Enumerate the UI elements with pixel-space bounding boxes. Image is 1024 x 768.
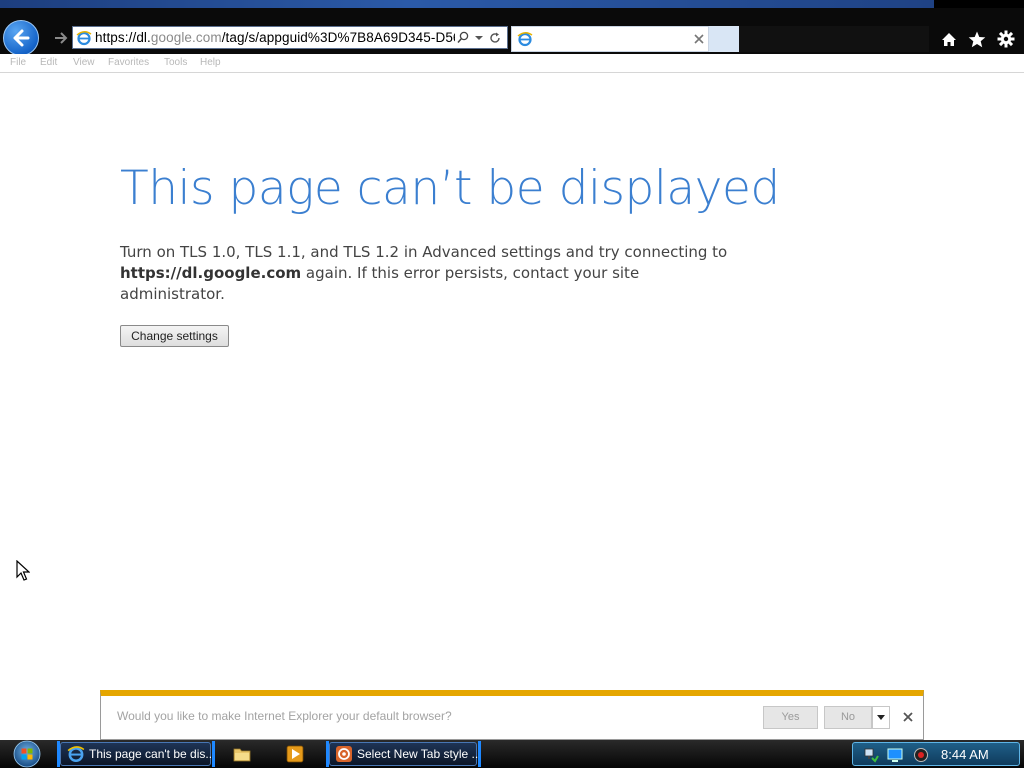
gear-icon[interactable] — [994, 28, 1018, 50]
media-player-icon[interactable] — [285, 744, 305, 764]
browser-tab-active[interactable] — [511, 26, 709, 52]
taskbar: This page can't be dis... Select New Tab… — [0, 740, 1024, 768]
no-options-dropdown[interactable] — [872, 706, 890, 729]
windows-start-icon — [13, 740, 41, 768]
page-content: This page can’t be displayed Turn on TLS… — [0, 73, 1024, 740]
forward-arrow-icon — [55, 32, 68, 44]
page-title: This page can’t be displayed — [120, 161, 780, 216]
back-arrow-icon — [13, 29, 30, 47]
error-host: https://dl.google.com — [120, 264, 302, 282]
address-bar[interactable]: https://dl.google.com/tag/s/appguid%3D%7… — [72, 26, 508, 49]
clock[interactable]: 8:44 AM — [941, 747, 989, 762]
ie-icon — [73, 27, 95, 48]
new-tab-button[interactable] — [709, 26, 739, 52]
taskbar-item-ie[interactable]: This page can't be dis... — [57, 741, 215, 767]
menu-file[interactable]: File — [10, 57, 26, 68]
menu-view[interactable]: View — [73, 57, 95, 68]
display-icon[interactable] — [887, 747, 903, 763]
speaker-icon[interactable] — [913, 747, 929, 763]
error-message-line1: Turn on TLS 1.0, TLS 1.1, and TLS 1.2 in… — [120, 243, 728, 261]
mouse-cursor-icon — [16, 560, 30, 581]
menu-favorites[interactable]: Favorites — [108, 57, 149, 68]
network-icon[interactable] — [863, 747, 879, 763]
error-message: Turn on TLS 1.0, TLS 1.1, and TLS 1.2 in… — [120, 242, 740, 305]
default-browser-notification: Would you like to make Internet Explorer… — [100, 690, 924, 740]
menu-bar: File Edit View Favorites Tools Help — [0, 54, 1024, 73]
notification-text: Would you like to make Internet Explorer… — [117, 709, 452, 723]
close-icon[interactable] — [901, 710, 915, 724]
menu-help[interactable]: Help — [200, 57, 221, 68]
search-icon[interactable] — [455, 27, 471, 48]
menu-edit[interactable]: Edit — [40, 57, 57, 68]
menu-tools[interactable]: Tools — [164, 57, 187, 68]
taskbar-item-select-new-tab-style[interactable]: Select New Tab style ... — [326, 741, 482, 767]
window-title-strip — [0, 0, 1024, 8]
taskbar-item-label: This page can't be dis... — [89, 747, 216, 761]
app-icon — [335, 745, 353, 763]
dropdown-icon[interactable] — [471, 27, 487, 48]
yes-button[interactable]: Yes — [763, 706, 818, 729]
tab-strip — [739, 26, 929, 52]
back-button[interactable] — [3, 20, 39, 56]
favorites-star-icon[interactable] — [965, 28, 989, 50]
forward-button[interactable] — [50, 28, 72, 48]
change-settings-button[interactable]: Change settings — [120, 325, 229, 347]
address-url[interactable]: https://dl.google.com/tag/s/appguid%3D%7… — [95, 30, 455, 45]
taskbar-item-label: Select New Tab style ... — [357, 747, 482, 761]
ie-icon — [517, 31, 533, 47]
start-button[interactable] — [8, 740, 46, 768]
refresh-icon[interactable] — [487, 27, 503, 48]
close-tab-icon[interactable] — [694, 34, 704, 44]
folder-icon[interactable] — [232, 744, 252, 764]
system-tray: 8:44 AM — [852, 742, 1020, 766]
ie-icon — [67, 745, 85, 763]
home-icon[interactable] — [937, 28, 961, 50]
no-button[interactable]: No — [824, 706, 872, 729]
dropdown-icon — [877, 715, 885, 720]
